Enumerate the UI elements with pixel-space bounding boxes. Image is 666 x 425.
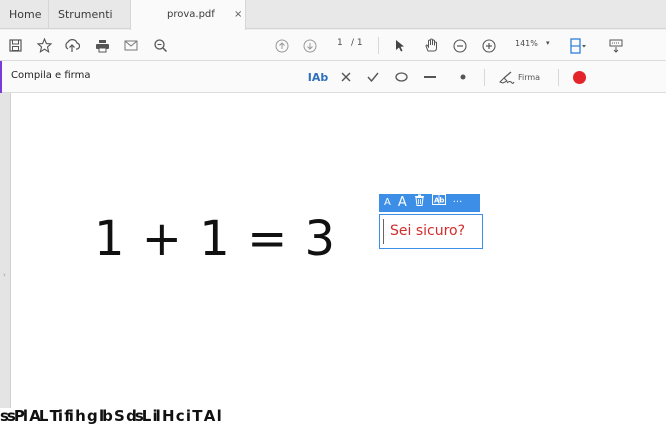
page-total: / 1	[351, 38, 363, 48]
zoom-in-icon[interactable]	[480, 30, 498, 61]
circle-tool-icon[interactable]	[392, 61, 410, 93]
zoom-out-icon[interactable]	[451, 30, 469, 61]
fill-sign-divider	[558, 69, 559, 86]
color-swatch	[572, 70, 586, 84]
chevron-right-icon: ›	[3, 271, 6, 279]
zoom-level-dropdown[interactable]: 141%	[515, 39, 538, 48]
annotation-toolbar: A A Ab ···	[379, 194, 480, 212]
cross-mark-icon[interactable]	[337, 61, 355, 93]
toolbar-divider	[378, 37, 379, 54]
search-icon[interactable]	[150, 30, 170, 61]
decrease-font-button[interactable]: A	[384, 194, 391, 212]
tab-close-icon[interactable]: ×	[234, 0, 242, 29]
page-equation-text: 1 + 1 = 3	[94, 211, 337, 267]
hand-icon[interactable]	[421, 30, 441, 61]
more-options-button[interactable]: ···	[453, 194, 463, 212]
tab-tools[interactable]: Strumenti	[49, 0, 129, 29]
comb-field-icon[interactable]: Ab	[431, 194, 446, 212]
left-panel-toggle[interactable]: ›	[0, 93, 11, 425]
print-icon[interactable]	[92, 30, 112, 61]
color-picker[interactable]	[570, 61, 588, 93]
add-text-tool[interactable]: IAb	[307, 61, 329, 93]
tab-document[interactable]: prova.pdf ×	[130, 0, 246, 30]
tab-bar: Home Strumenti prova.pdf ×	[0, 0, 666, 30]
main-toolbar: 1 / 1 141% ▾	[0, 30, 666, 61]
rendering-artifact-strip: ssPl AL Ti fi h g lb S dsL il H c i T A …	[0, 408, 666, 425]
increase-font-button[interactable]: A	[398, 194, 407, 212]
checkmark-icon[interactable]	[364, 61, 382, 93]
fill-sign-title: Compila e firma	[11, 70, 91, 81]
text-annotation-box[interactable]: Sei sicuro?	[379, 214, 483, 249]
fill-sign-divider	[484, 69, 485, 86]
select-icon[interactable]	[392, 30, 408, 61]
pen-sign-icon	[499, 71, 515, 84]
dot-tool-icon[interactable]	[456, 61, 470, 93]
page-number-input[interactable]: 1	[337, 38, 343, 48]
star-icon[interactable]	[34, 30, 54, 61]
keyboard-icon[interactable]	[607, 30, 625, 61]
save-icon[interactable]	[6, 30, 24, 61]
fit-icon[interactable]	[568, 30, 588, 61]
fill-sign-accent	[0, 61, 2, 93]
line-tool-icon[interactable]	[421, 61, 439, 93]
prev-page-icon[interactable]	[273, 30, 291, 61]
mail-icon[interactable]	[121, 30, 141, 61]
trash-icon[interactable]	[414, 194, 425, 213]
sign-button-label: Firma	[517, 72, 541, 82]
text-annotation-content[interactable]: Sei sicuro?	[383, 219, 479, 244]
tab-document-label: prova.pdf	[167, 9, 215, 20]
fill-sign-toolbar: Compila e firma IAb Firma	[0, 61, 666, 93]
chevron-down-icon[interactable]: ▾	[546, 39, 550, 47]
tab-home[interactable]: Home	[0, 0, 49, 29]
next-page-icon[interactable]	[301, 30, 319, 61]
upload-icon[interactable]	[62, 30, 82, 61]
sign-button[interactable]: Firma	[494, 61, 544, 93]
